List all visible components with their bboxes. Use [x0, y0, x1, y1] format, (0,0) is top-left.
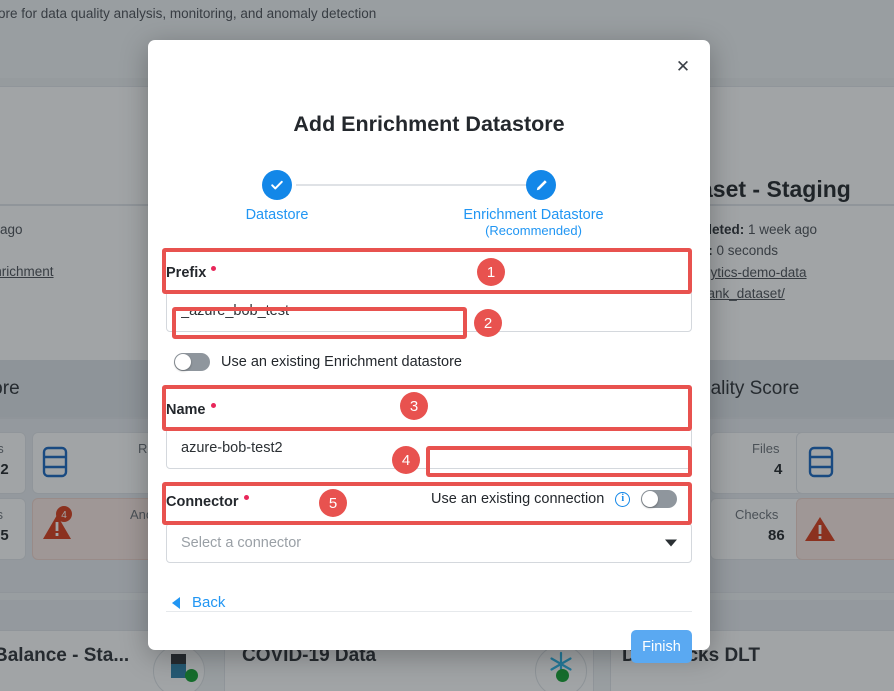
- dialog-title: Add Enrichment Datastore: [293, 112, 565, 136]
- screen: astore for data quality analysis, monito…: [0, 0, 894, 691]
- step-1-indicator[interactable]: [262, 170, 292, 200]
- existing-enrichment-switch[interactable]: [174, 353, 210, 371]
- step-2-label-text: Enrichment Datastore: [463, 207, 604, 223]
- existing-connection-switch[interactable]: [641, 490, 678, 508]
- existing-enrichment-toggle[interactable]: Use an existing Enrichment datastore: [174, 353, 462, 371]
- step-2-label[interactable]: Enrichment Datastore (Recommended): [441, 207, 626, 238]
- name-input[interactable]: [166, 427, 692, 469]
- existing-connection-toggle-label: Use an existing connection: [431, 491, 605, 507]
- info-icon[interactable]: i: [615, 491, 631, 507]
- required-indicator-name: [210, 403, 216, 408]
- switch-knob: [175, 354, 191, 370]
- annotation-number-5: 5: [319, 489, 347, 517]
- name-label: Name: [166, 402, 216, 418]
- back-button-label: Back: [192, 594, 226, 611]
- connector-select[interactable]: Select a connector: [166, 523, 692, 563]
- back-button[interactable]: Back: [172, 594, 225, 611]
- switch-knob-2: [642, 491, 659, 507]
- finish-button[interactable]: Finish: [631, 630, 692, 663]
- connector-label: Connector: [166, 494, 249, 510]
- step-1-label[interactable]: Datastore: [197, 207, 357, 223]
- connector-select-placeholder: Select a connector: [181, 535, 302, 551]
- existing-connection-toggle[interactable]: Use an existing connection i: [431, 490, 678, 508]
- step-2-indicator[interactable]: [526, 170, 556, 200]
- annotation-number-1: 1: [477, 258, 505, 286]
- annotation-number-2: 2: [474, 309, 502, 337]
- required-indicator-connector: [243, 495, 249, 500]
- add-enrichment-datastore-dialog: ✕ Add Enrichment Datastore Datastore Enr…: [148, 40, 710, 663]
- close-icon[interactable]: ✕: [668, 52, 698, 82]
- required-indicator-prefix: [211, 266, 217, 271]
- prefix-input[interactable]: [166, 290, 692, 332]
- prefix-label-text: Prefix: [166, 265, 207, 281]
- step-2-sublabel: (Recommended): [485, 223, 582, 238]
- prefix-label: Prefix: [166, 265, 217, 281]
- stepper-connector-line: [296, 184, 528, 186]
- chevron-down-icon: [665, 539, 677, 547]
- name-label-text: Name: [166, 402, 206, 418]
- footer-divider: [166, 611, 692, 612]
- check-icon: [271, 180, 283, 190]
- existing-enrichment-toggle-label: Use an existing Enrichment datastore: [221, 354, 462, 370]
- connector-label-text: Connector: [166, 494, 239, 510]
- pencil-icon: [536, 179, 547, 190]
- annotation-number-3: 3: [400, 392, 428, 420]
- chevron-left-icon: [172, 596, 180, 609]
- wizard-stepper: Datastore Enrichment Datastore (Recommen…: [148, 170, 710, 240]
- annotation-number-4: 4: [392, 446, 420, 474]
